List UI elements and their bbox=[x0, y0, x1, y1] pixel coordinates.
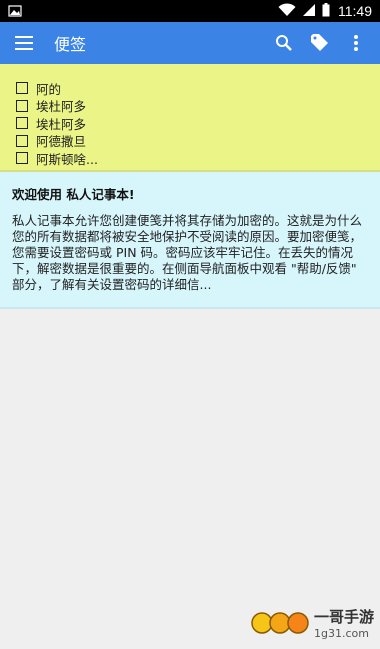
search-icon bbox=[276, 35, 292, 51]
app-bar-actions bbox=[268, 27, 372, 59]
checkbox[interactable] bbox=[16, 152, 28, 164]
list-item: 阿斯顿啥... bbox=[16, 150, 364, 167]
hamburger-icon bbox=[15, 36, 33, 50]
note-title: 欢迎使用 私人记事本! bbox=[12, 187, 135, 202]
search-button[interactable] bbox=[268, 27, 300, 59]
menu-button[interactable] bbox=[8, 27, 40, 59]
image-notification-icon bbox=[8, 2, 22, 21]
note-card-welcome[interactable]: 欢迎使用 私人记事本! 私人记事本允许您创建便笺并将其存储为加密的。这就是为什么… bbox=[0, 172, 380, 309]
checkbox[interactable] bbox=[16, 134, 28, 147]
screen: 11:49 便签 阿的 埃杜阿多 埃杜阿多 阿德撒旦 阿斯顿啥... 欢迎使用 … bbox=[0, 0, 380, 649]
check-item-label: 埃杜阿多 bbox=[36, 116, 87, 132]
check-item-label: 阿的 bbox=[36, 81, 62, 97]
tag-button[interactable] bbox=[304, 27, 336, 59]
list-item: 阿的 bbox=[16, 80, 364, 97]
list-item: 阿德撒旦 bbox=[16, 133, 364, 149]
watermark-label: 一哥手游 bbox=[313, 608, 374, 626]
watermark-logo-icon bbox=[251, 612, 309, 634]
notes-empty-area: 一哥手游 1g31.com bbox=[0, 309, 380, 649]
status-time: 11:49 bbox=[338, 3, 372, 19]
note-card-checklist[interactable]: 阿的 埃杜阿多 埃杜阿多 阿德撒旦 阿斯顿啥... bbox=[0, 64, 380, 172]
status-bar: 11:49 bbox=[0, 0, 380, 22]
page-title: 便签 bbox=[54, 35, 87, 54]
signal-icon bbox=[302, 2, 316, 21]
checkbox[interactable] bbox=[16, 117, 28, 129]
checkbox[interactable] bbox=[16, 99, 28, 112]
check-item-label: 阿斯顿啥... bbox=[36, 151, 98, 167]
more-options-button[interactable] bbox=[340, 27, 372, 59]
battery-icon bbox=[322, 2, 330, 21]
status-right: 11:49 bbox=[278, 2, 372, 21]
note-body: 私人记事本允许您创建便笺并将其存储为加密的。这就是为什么您的所有数据都将被安全地… bbox=[12, 213, 363, 292]
status-left bbox=[8, 2, 278, 21]
check-item-label: 阿德撒旦 bbox=[36, 134, 87, 149]
watermark: 一哥手游 1g31.com bbox=[250, 603, 374, 643]
list-item: 埃杜阿多 bbox=[16, 98, 364, 114]
more-vert-icon bbox=[354, 35, 358, 51]
check-item-label: 埃杜阿多 bbox=[36, 99, 87, 114]
watermark-site: 1g31.com bbox=[313, 627, 369, 640]
tag-icon bbox=[311, 34, 328, 51]
wifi-icon bbox=[278, 2, 296, 21]
list-item: 埃杜阿多 bbox=[16, 115, 364, 132]
app-bar: 便签 bbox=[0, 22, 380, 64]
checkbox[interactable] bbox=[16, 82, 28, 94]
